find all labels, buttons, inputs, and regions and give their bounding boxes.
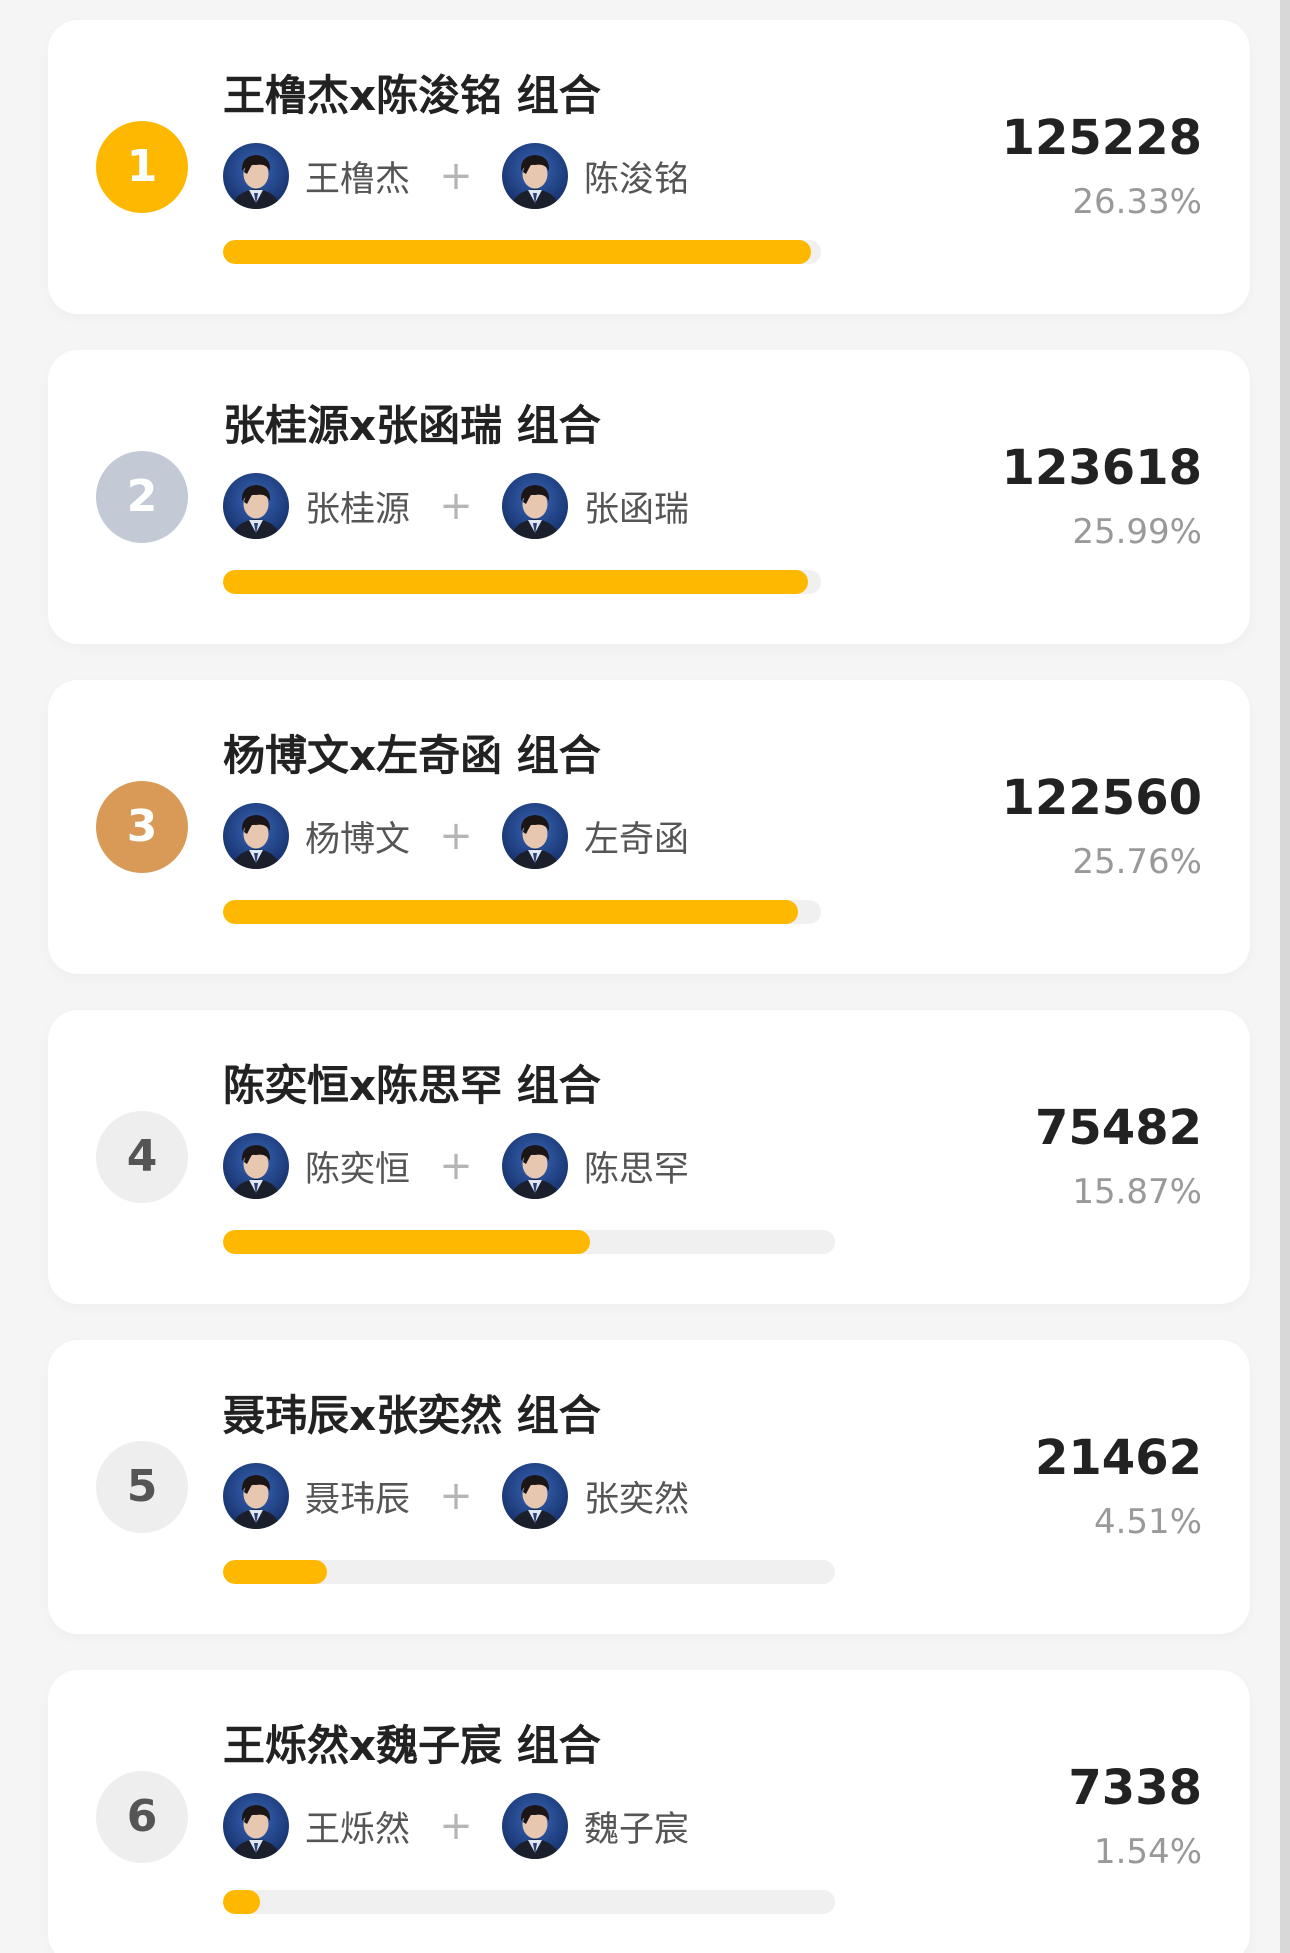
progress-track	[223, 1560, 835, 1584]
ranking-list: 1 王橹杰x陈浚铭 组合 王橹杰 + 陈浚铭 125228 26.33% 2 张…	[48, 20, 1250, 1953]
avatar	[502, 143, 569, 209]
members-row: 聂玮辰 + 张奕然	[223, 1463, 689, 1529]
vote-percent: 26.33%	[1072, 182, 1202, 222]
vote-percent: 15.87%	[1072, 1172, 1202, 1212]
avatar	[223, 473, 289, 539]
group-title: 王烁然x魏子宸 组合	[223, 1721, 601, 1770]
group-title: 张桂源x张函瑞 组合	[223, 401, 601, 450]
plus-icon: +	[439, 153, 473, 199]
scrollbar[interactable]	[1280, 0, 1290, 1953]
avatar	[502, 803, 569, 869]
member-b[interactable]: 陈浚铭	[502, 143, 689, 209]
vote-count: 122560	[1001, 770, 1202, 826]
rank-badge: 5	[96, 1441, 188, 1533]
ranking-card-4[interactable]: 4 陈奕恒x陈思罕 组合 陈奕恒 + 陈思罕 75482 15.87%	[48, 1010, 1250, 1304]
rank-badge: 2	[96, 451, 188, 543]
progress-fill	[223, 1560, 327, 1584]
members-row: 杨博文 + 左奇函	[223, 803, 689, 869]
vote-percent: 4.51%	[1093, 1502, 1202, 1542]
ranking-card-3[interactable]: 3 杨博文x左奇函 组合 杨博文 + 左奇函 122560 25.76%	[48, 680, 1250, 974]
avatar	[223, 1793, 289, 1859]
member-name: 张桂源	[305, 489, 411, 530]
vote-count: 75482	[1035, 1100, 1202, 1156]
members-row: 王橹杰 + 陈浚铭	[223, 143, 689, 209]
progress-fill	[223, 570, 808, 594]
vote-count: 21462	[1035, 1430, 1202, 1486]
vote-count: 123618	[1001, 440, 1202, 496]
member-name: 魏子宸	[584, 1809, 690, 1850]
rank-badge: 6	[96, 1771, 188, 1863]
progress-track	[223, 240, 821, 264]
member-b[interactable]: 魏子宸	[502, 1793, 689, 1859]
group-title: 陈奕恒x陈思罕 组合	[223, 1061, 601, 1110]
plus-icon: +	[439, 1143, 473, 1189]
member-a[interactable]: 张桂源	[223, 473, 410, 539]
plus-icon: +	[439, 813, 473, 859]
group-title: 王橹杰x陈浚铭 组合	[223, 71, 601, 120]
member-name: 聂玮辰	[305, 1479, 411, 1520]
plus-icon: +	[439, 1803, 473, 1849]
progress-fill	[223, 240, 811, 264]
group-title: 聂玮辰x张奕然 组合	[223, 1391, 601, 1440]
ranking-card-2[interactable]: 2 张桂源x张函瑞 组合 张桂源 + 张函瑞 123618 25.99%	[48, 350, 1250, 644]
member-name: 张奕然	[584, 1479, 690, 1520]
avatar	[502, 1793, 569, 1859]
members-row: 陈奕恒 + 陈思罕	[223, 1133, 689, 1199]
progress-track	[223, 900, 821, 924]
member-b[interactable]: 张函瑞	[502, 473, 689, 539]
member-a[interactable]: 聂玮辰	[223, 1463, 410, 1529]
avatar	[223, 143, 289, 209]
progress-fill	[223, 1890, 260, 1914]
member-name: 王烁然	[305, 1809, 411, 1850]
vote-percent: 25.76%	[1072, 842, 1202, 882]
member-name: 陈浚铭	[584, 159, 690, 200]
progress-fill	[223, 1230, 590, 1254]
rank-badge: 1	[96, 121, 188, 213]
vote-percent: 1.54%	[1093, 1832, 1202, 1872]
progress-track	[223, 1230, 835, 1254]
member-a[interactable]: 杨博文	[223, 803, 410, 869]
member-a[interactable]: 陈奕恒	[223, 1133, 410, 1199]
vote-percent: 25.99%	[1072, 512, 1202, 552]
avatar	[223, 1133, 289, 1199]
member-b[interactable]: 张奕然	[502, 1463, 689, 1529]
member-name: 杨博文	[305, 819, 411, 860]
progress-track	[223, 570, 821, 594]
plus-icon: +	[439, 1473, 473, 1519]
avatar	[502, 473, 569, 539]
member-a[interactable]: 王烁然	[223, 1793, 410, 1859]
member-name: 张函瑞	[584, 489, 690, 530]
avatar	[223, 803, 289, 869]
ranking-card-6[interactable]: 6 王烁然x魏子宸 组合 王烁然 + 魏子宸 7338 1.54%	[48, 1670, 1250, 1953]
vote-count: 7338	[1068, 1760, 1202, 1816]
rank-badge: 4	[96, 1111, 188, 1203]
ranking-card-1[interactable]: 1 王橹杰x陈浚铭 组合 王橹杰 + 陈浚铭 125228 26.33%	[48, 20, 1250, 314]
plus-icon: +	[439, 483, 473, 529]
avatar	[502, 1463, 569, 1529]
member-name: 陈思罕	[584, 1149, 690, 1190]
vote-count: 125228	[1001, 110, 1202, 166]
avatar	[502, 1133, 569, 1199]
member-name: 陈奕恒	[305, 1149, 411, 1190]
ranking-card-5[interactable]: 5 聂玮辰x张奕然 组合 聂玮辰 + 张奕然 21462 4.51%	[48, 1340, 1250, 1634]
members-row: 王烁然 + 魏子宸	[223, 1793, 689, 1859]
member-a[interactable]: 王橹杰	[223, 143, 410, 209]
member-name: 王橹杰	[305, 159, 411, 200]
avatar	[223, 1463, 289, 1529]
group-title: 杨博文x左奇函 组合	[223, 731, 601, 780]
rank-badge: 3	[96, 781, 188, 873]
member-b[interactable]: 陈思罕	[502, 1133, 689, 1199]
member-b[interactable]: 左奇函	[502, 803, 689, 869]
progress-fill	[223, 900, 798, 924]
member-name: 左奇函	[584, 819, 690, 860]
ranking-screen: 1 王橹杰x陈浚铭 组合 王橹杰 + 陈浚铭 125228 26.33% 2 张…	[0, 0, 1290, 1953]
progress-track	[223, 1890, 835, 1914]
members-row: 张桂源 + 张函瑞	[223, 473, 689, 539]
